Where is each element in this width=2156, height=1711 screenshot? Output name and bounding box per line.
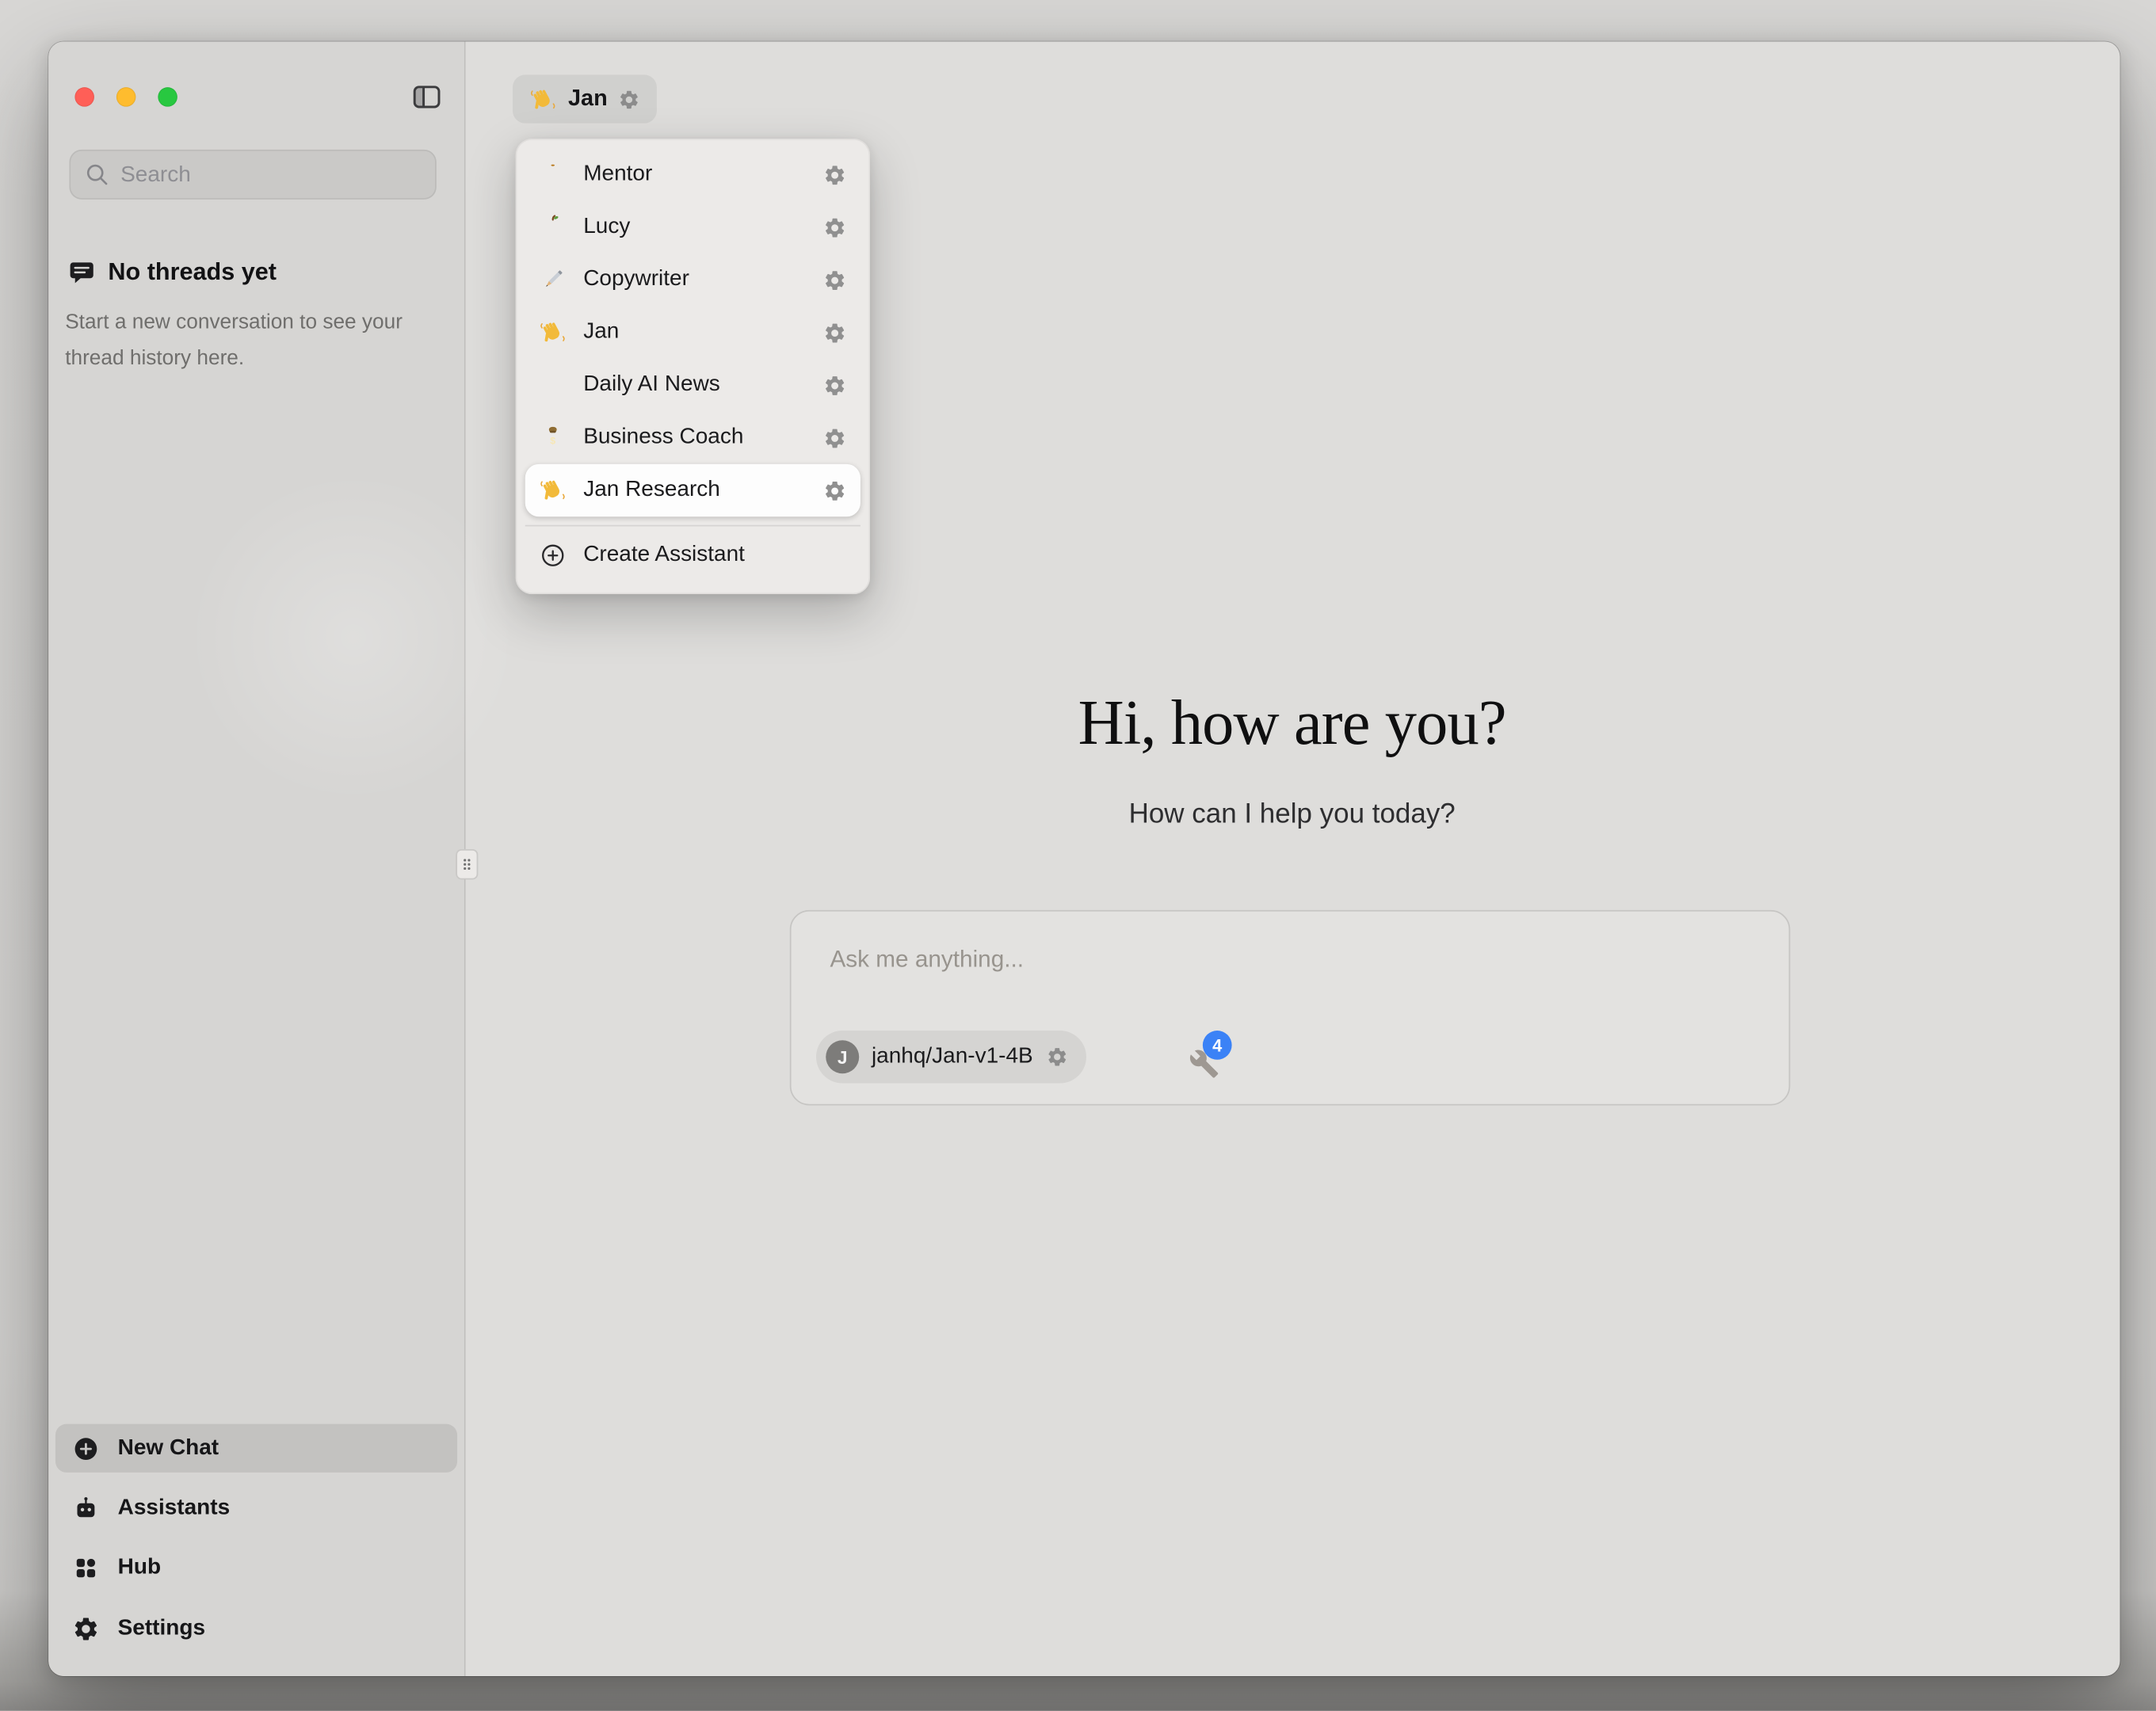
tools-button[interactable]: 4 [1189,1049,1219,1079]
assistant-menu: Mentor Lucy Copywriter Jan [516,139,871,594]
sidebar: No threads yet Start a new conversation … [48,41,465,1675]
model-selector-button[interactable]: J janhq/Jan-v1-4B [816,1031,1086,1083]
gear-icon[interactable] [823,321,847,345]
gear-icon[interactable] [1045,1046,1067,1068]
money-bag-icon [539,424,567,452]
close-window-button[interactable] [74,87,93,106]
sidebar-item-label: New Chat [118,1436,219,1461]
gear-icon[interactable] [823,215,847,239]
chat-composer: J janhq/Jan-v1-4B 4 [790,910,1791,1106]
wave-hand-icon [539,477,567,505]
sidebar-item-label: Settings [118,1616,205,1641]
settings-gear-icon [72,1614,100,1642]
gear-icon[interactable] [823,478,847,502]
greeting-subtitle: How can I help you today? [464,799,2120,831]
sidebar-item-label: Assistants [118,1496,231,1520]
greeting-title: Hi, how are you? [464,686,2120,760]
assistant-menu-item-label: Mentor [583,162,807,187]
main-area: Jan Mentor Lucy Copywriter [464,41,2120,1675]
sidebar-item-label: Hub [118,1555,161,1580]
gear-icon[interactable] [823,268,847,292]
assistants-robot-icon [72,1494,100,1522]
minimize-window-button[interactable] [116,87,135,106]
sidebar-item-settings[interactable]: Settings [55,1604,457,1652]
gear-icon[interactable] [823,426,847,450]
new-chat-plus-icon [72,1435,100,1462]
sidebar-resize-handle[interactable] [456,849,478,879]
sidebar-toggle-icon[interactable] [410,80,444,113]
search-input[interactable] [118,151,429,201]
assistant-menu-item-label: Business Coach [583,425,807,450]
assistant-menu-item-jan-research[interactable]: Jan Research [525,464,860,516]
assistant-menu-item-label: Copywriter [583,268,807,292]
sidebar-item-new-chat[interactable]: New Chat [55,1424,457,1473]
create-assistant-label: Create Assistant [583,543,846,567]
sidebar-item-hub[interactable]: Hub [55,1543,457,1591]
apple-icon [539,213,567,241]
chat-bubble-icon [68,258,96,286]
assistant-name: Jan [568,86,608,112]
assistant-menu-item-mentor[interactable]: Mentor [525,148,860,200]
app-window: No threads yet Start a new conversation … [48,41,2120,1675]
empty-state-title: No threads yet [108,257,277,287]
assistant-menu-item-label: Jan Research [583,478,807,502]
create-assistant-button[interactable]: Create Assistant [525,525,860,585]
gear-icon[interactable] [823,373,847,397]
gear-icon[interactable] [823,162,847,186]
search-icon [83,161,111,189]
assistant-menu-item-jan[interactable]: Jan [525,306,860,358]
empty-state-header: No threads yet [68,257,277,287]
wave-hand-icon [529,86,557,113]
pencil-icon [539,266,567,294]
hub-grid-icon [72,1553,100,1581]
assistant-selector-button[interactable]: Jan [513,74,658,123]
desktop: No threads yet Start a new conversation … [0,0,2156,1711]
assistant-menu-item-label: Lucy [583,215,807,239]
gear-icon[interactable] [619,88,641,110]
assistant-menu-item-label: Jan [583,320,807,345]
chat-input[interactable] [827,945,1734,975]
zoom-window-button[interactable] [158,87,177,106]
plus-circle-outline-icon [539,542,567,570]
assistant-menu-item-daily-ai-news[interactable]: Daily AI News [525,359,860,411]
assistant-menu-item-business-coach[interactable]: Business Coach [525,411,860,463]
assistant-menu-item-copywriter[interactable]: Copywriter [525,253,860,306]
tools-count-badge: 4 [1203,1031,1232,1060]
model-name: janhq/Jan-v1-4B [872,1045,1033,1069]
model-avatar: J [826,1040,859,1073]
empty-state-description: Start a new conversation to see your thr… [65,305,417,376]
assistant-menu-item-lucy[interactable]: Lucy [525,201,860,253]
assistant-menu-item-label: Daily AI News [583,372,807,397]
sidebar-item-assistants[interactable]: Assistants [55,1484,457,1532]
wave-hand-icon [539,318,567,346]
yellow-circle-icon [539,372,567,399]
search-field [69,150,436,200]
orange-icon [539,161,567,189]
